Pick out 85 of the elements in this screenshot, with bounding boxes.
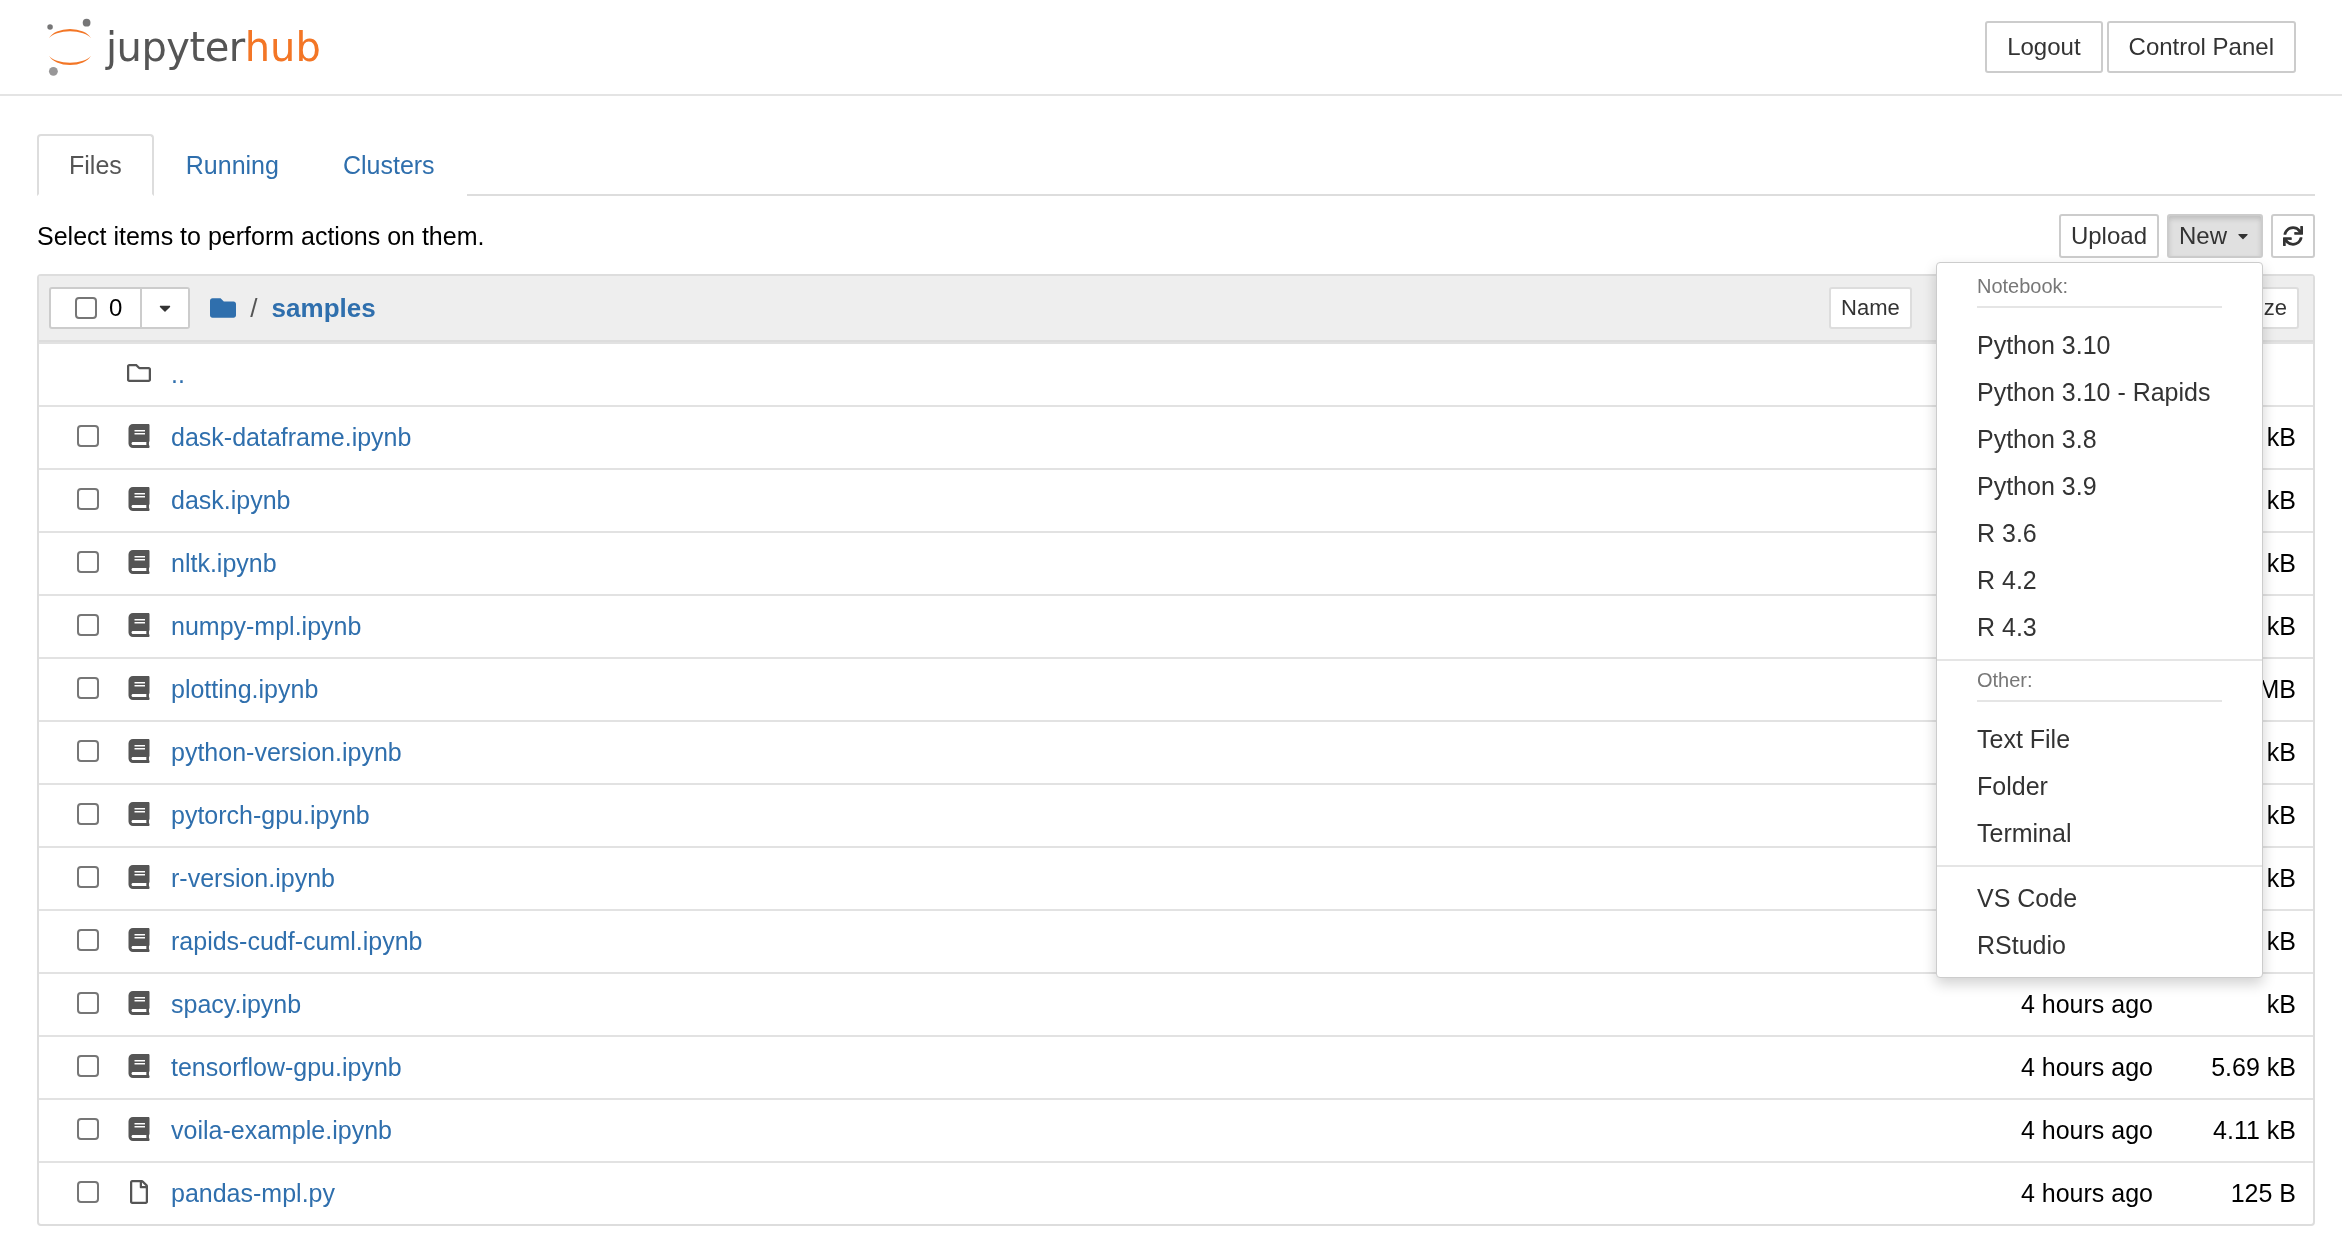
menu-item[interactable]: Python 3.8 (1937, 416, 2262, 463)
file-size: 125 B (2229, 1179, 2296, 1208)
sort-button[interactable]: Name (1829, 287, 1912, 329)
instruction-text: Select items to perform actions on them. (37, 221, 485, 251)
menu-item[interactable]: R 4.2 (1937, 557, 2262, 604)
row-checkbox[interactable] (77, 550, 99, 573)
row-checkbox[interactable] (77, 739, 99, 762)
menu-item[interactable]: Python 3.10 - Rapids (1937, 369, 2262, 416)
book-icon (127, 864, 151, 889)
file-link[interactable]: rapids-cudf-cuml.ipynb (171, 927, 423, 955)
book-icon (127, 549, 151, 574)
book-icon (127, 675, 151, 700)
header-button[interactable]: Logout (1985, 21, 2103, 73)
folder-icon (210, 295, 237, 321)
selected-count: 0 (109, 294, 123, 322)
book-icon (127, 1053, 151, 1078)
row-checkbox[interactable] (77, 613, 99, 636)
refresh-icon (2283, 226, 2303, 246)
file-size: kB (2265, 990, 2296, 1019)
modified-time: 4 hours ago (2019, 1116, 2153, 1145)
book-icon (127, 738, 151, 763)
file-link[interactable]: dask.ipynb (171, 486, 291, 514)
file-link[interactable]: dask-dataframe.ipynb (171, 423, 412, 451)
breadcrumb-link[interactable]: samples (271, 292, 376, 324)
file-size: kB (2265, 486, 2296, 515)
book-icon (127, 612, 151, 637)
menu-item[interactable]: Terminal (1937, 810, 2262, 857)
file-link[interactable]: pytorch-gpu.ipynb (171, 801, 370, 829)
file-link[interactable]: python-version.ipynb (171, 738, 402, 766)
file-size: kB (2265, 612, 2296, 641)
menu-item[interactable]: VS Code (1937, 875, 2262, 922)
path-separator: / (250, 292, 258, 324)
file-link[interactable]: plotting.ipynb (171, 675, 319, 703)
logo-text-accent: hub (244, 24, 321, 70)
book-icon (127, 423, 151, 448)
row-checkbox[interactable] (77, 676, 99, 699)
file-icon (127, 1179, 151, 1204)
book-icon (127, 486, 151, 511)
file-link[interactable]: .. (171, 360, 185, 388)
file-link[interactable]: nltk.ipynb (171, 549, 277, 577)
row-checkbox[interactable] (77, 424, 99, 447)
file-size: kB (2265, 549, 2296, 578)
menu-section-label: Notebook: (1977, 275, 2222, 308)
file-size: kB (2265, 738, 2296, 767)
tab[interactable]: Files (37, 134, 154, 196)
logo-text: jupyter (106, 24, 245, 70)
new-button[interactable]: New (2167, 214, 2263, 258)
book-icon (127, 1116, 151, 1141)
file-size: 5.69 kB (2210, 1053, 2296, 1082)
row-checkbox[interactable] (77, 1180, 99, 1203)
menu-section-label: Other: (1977, 669, 2222, 702)
book-icon (127, 801, 151, 826)
row-checkbox[interactable] (77, 865, 99, 888)
book-icon (127, 927, 151, 952)
menu-item[interactable]: R 3.6 (1937, 510, 2262, 557)
row-checkbox[interactable] (77, 487, 99, 510)
select-all-checkbox[interactable] (75, 297, 97, 319)
file-size: kB (2265, 927, 2296, 956)
row-checkbox[interactable] (77, 928, 99, 951)
file-link[interactable]: numpy-mpl.ipynb (171, 612, 362, 640)
header-button[interactable]: Control Panel (2106, 21, 2296, 73)
file-link[interactable]: r-version.ipynb (171, 864, 335, 892)
file-size: kB (2265, 801, 2296, 830)
file-link[interactable]: spacy.ipynb (171, 990, 302, 1018)
menu-item[interactable]: R 4.3 (1937, 604, 2262, 651)
menu-item[interactable]: Folder (1937, 763, 2262, 810)
file-size: 4.11 kB (2212, 1116, 2296, 1145)
modified-time: 4 hours ago (2019, 1179, 2153, 1208)
file-link[interactable]: voila-example.ipynb (171, 1116, 392, 1144)
menu-item[interactable]: Python 3.9 (1937, 463, 2262, 510)
row-checkbox[interactable] (77, 1117, 99, 1140)
row-checkbox[interactable] (77, 991, 99, 1014)
modified-time: 4 hours ago (2019, 1053, 2153, 1082)
row-checkbox[interactable] (77, 1054, 99, 1077)
menu-item[interactable]: RStudio (1937, 922, 2262, 969)
row-checkbox[interactable] (77, 802, 99, 825)
upload-button[interactable]: Upload (2058, 214, 2159, 258)
modified-time: 4 hours ago (2019, 990, 2153, 1019)
book-icon (127, 990, 151, 1015)
menu-item[interactable]: Text File (1937, 716, 2262, 763)
file-size: kB (2265, 864, 2296, 893)
file-link[interactable]: pandas-mpl.py (171, 1179, 335, 1207)
file-link[interactable]: tensorflow-gpu.ipynb (171, 1053, 402, 1081)
file-size: kB (2265, 423, 2296, 452)
refresh-button[interactable] (2271, 214, 2315, 258)
